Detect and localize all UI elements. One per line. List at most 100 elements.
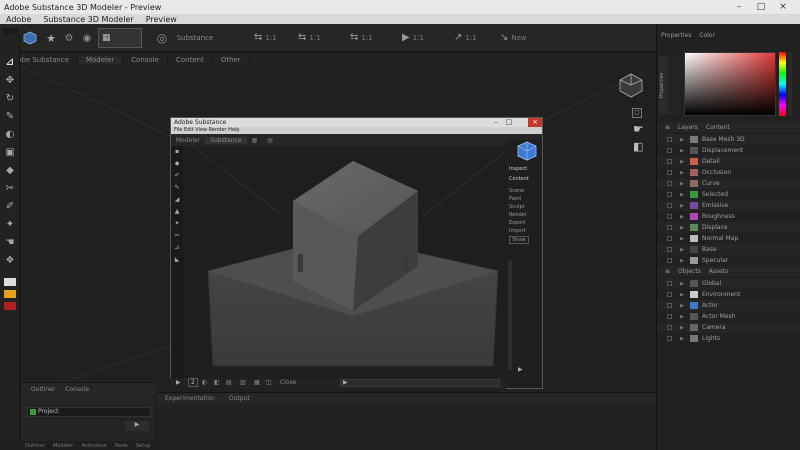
visibility-checkbox[interactable] [667, 181, 672, 186]
layer-row[interactable]: ▶ Normal Map [657, 233, 800, 244]
visibility-checkbox[interactable] [667, 247, 672, 252]
visibility-checkbox[interactable] [667, 325, 672, 330]
menu-item-preview[interactable]: Preview [140, 15, 183, 24]
clone-tool-icon[interactable]: ✂ [3, 182, 17, 196]
dialog-mask-icon[interactable]: ▲ [173, 208, 181, 216]
tab-color[interactable]: Color [699, 32, 715, 39]
dialog-timeline[interactable]: ▶ [340, 379, 500, 387]
tab-modeler[interactable]: Modeler [77, 55, 124, 64]
dialog-scrollbar[interactable] [508, 260, 512, 370]
assets-tab[interactable]: Assets [709, 268, 729, 275]
visibility-checkbox[interactable] [667, 314, 672, 319]
expand-arrow-icon[interactable]: ▶ [678, 236, 686, 242]
expand-arrow-icon[interactable]: ▶ [678, 258, 686, 264]
objects-tab[interactable]: Objects [678, 268, 701, 275]
status-item-4[interactable]: Node [115, 443, 128, 449]
select-tool-icon[interactable]: ⊿ [3, 56, 17, 70]
dialog-move-icon[interactable]: ◆ [173, 160, 181, 168]
layer-row[interactable]: ▶ Emissive [657, 200, 800, 211]
dialog-fill-icon[interactable]: ✦ [173, 220, 181, 228]
output-tab[interactable]: Output [229, 395, 250, 402]
object-row[interactable]: ▶ Lights [657, 333, 800, 344]
expand-arrow-icon[interactable]: ▶ [678, 281, 686, 287]
object-row[interactable]: ▶ Environment [657, 289, 800, 300]
toolbar-button-4[interactable]: ▶ 1:1 [402, 32, 424, 43]
expand-arrow-icon[interactable]: ▶ [678, 203, 686, 209]
dialog-tab-modeler[interactable]: Modeler [171, 137, 205, 144]
accent-color-swatch[interactable] [4, 302, 16, 310]
object-row[interactable]: ▶ Actor Mesh [657, 311, 800, 322]
layer-row[interactable]: ▶ Displace [657, 222, 800, 233]
color-scrollbar[interactable] [788, 52, 792, 116]
hand-pan-icon[interactable]: ☛ [633, 122, 644, 136]
expand-arrow-icon[interactable]: ▶ [678, 225, 686, 231]
expand-arrow-icon[interactable]: ▶ [678, 148, 686, 154]
view-cube-icon[interactable] [618, 72, 644, 98]
dialog-layout-icon[interactable]: ▤ [262, 137, 278, 144]
visibility-checkbox[interactable] [667, 203, 672, 208]
visibility-checkbox[interactable] [667, 303, 672, 308]
layer-row[interactable]: ▶ Curve [657, 178, 800, 189]
rotate-tool-icon[interactable]: ↻ [3, 92, 17, 106]
star-icon[interactable]: ★ [44, 28, 58, 48]
dialog-select-icon[interactable]: ▪ [173, 148, 181, 156]
dialog-tool-icon-6[interactable]: ◫ [266, 379, 272, 386]
run-button[interactable]: ▶ [125, 421, 149, 431]
layer-row[interactable]: ▶ Specular [657, 255, 800, 266]
dialog-menu[interactable]: File Edit View Render Help [171, 127, 542, 134]
expand-arrow-icon[interactable]: ▶ [678, 314, 686, 320]
object-row[interactable]: ▶ Camera [657, 322, 800, 333]
layer-row[interactable]: ▶ Detail [657, 156, 800, 167]
dialog-rotate-icon[interactable]: ✐ [173, 172, 181, 180]
expand-arrow-icon[interactable]: ▶ [678, 303, 686, 309]
dialog-tool-icon-5[interactable]: ▦ [254, 379, 260, 386]
dialog-cube-icon[interactable] [516, 140, 538, 162]
visibility-checkbox[interactable] [667, 281, 672, 286]
dialog-tab-substance[interactable]: Substance [205, 136, 247, 144]
color-picker-field[interactable] [684, 52, 776, 116]
visibility-checkbox[interactable] [667, 292, 672, 297]
toolbar-button-5[interactable]: ↗ 1:1 [454, 32, 477, 43]
menu-item-app[interactable]: Substance 3D Modeler [37, 15, 139, 24]
expand-arrow-icon[interactable]: ▶ [678, 336, 686, 342]
perspective-toggle-icon[interactable]: ▢ [632, 108, 642, 118]
visibility-checkbox[interactable] [667, 225, 672, 230]
dialog-tool-icon-1[interactable]: ◐ [202, 379, 207, 386]
dialog-tool-icon-2[interactable]: ◧ [214, 379, 220, 386]
layer-row[interactable]: ▶ Base [657, 244, 800, 255]
expand-arrow-icon[interactable]: ▶ [678, 192, 686, 198]
dialog-maximize-button[interactable]: □ [503, 118, 515, 127]
toolbar-button-2[interactable]: ⇆ 1:1 [298, 32, 321, 43]
status-item-5[interactable]: Setup [136, 443, 151, 449]
outliner-tab[interactable]: Outliner [31, 386, 55, 393]
content-tab[interactable]: Content [706, 124, 730, 131]
cube-tool-icon[interactable] [22, 28, 38, 48]
visibility-checkbox[interactable] [667, 159, 672, 164]
visibility-checkbox[interactable] [667, 236, 672, 241]
object-row[interactable]: ▶ Global [657, 278, 800, 289]
toolbar-button-6[interactable]: ↘ New [500, 32, 527, 43]
tab-console[interactable]: Console [123, 55, 168, 64]
status-item-1[interactable]: Outliner [25, 443, 45, 449]
grid-toggle-button[interactable]: ▦ [98, 28, 142, 48]
menu-item-adobe[interactable]: Adobe [0, 15, 37, 24]
foreground-color-swatch[interactable] [4, 278, 16, 286]
search-icon[interactable]: ◎ [152, 28, 172, 48]
expand-arrow-icon[interactable]: ▶ [678, 181, 686, 187]
experimentation-tab[interactable]: Experimentation [165, 395, 215, 402]
mask-tool-icon[interactable]: ▣ [3, 146, 17, 160]
dialog-right-item-4[interactable]: Paint [509, 196, 521, 202]
layers-tab[interactable]: Layers [678, 124, 698, 131]
hand-tool-icon[interactable]: ☚ [3, 236, 17, 250]
dialog-play-icon[interactable]: ▶ [176, 379, 181, 386]
layer-row[interactable]: ▶ Roughness [657, 211, 800, 222]
dialog-brush-icon[interactable]: ✎ [173, 184, 181, 192]
dialog-tool-icon-4[interactable]: ▥ [240, 379, 246, 386]
cut-tool-icon[interactable]: ✦ [3, 218, 17, 232]
dialog-tool-icon-3[interactable]: ▤ [226, 379, 232, 386]
layer-row[interactable]: ▶ Occlusion [657, 167, 800, 178]
status-item-2[interactable]: Modeler [53, 443, 73, 449]
visibility-checkbox[interactable] [667, 192, 672, 197]
dialog-right-item-2[interactable]: Content [509, 176, 529, 182]
dialog-close-button[interactable]: × [528, 118, 542, 127]
